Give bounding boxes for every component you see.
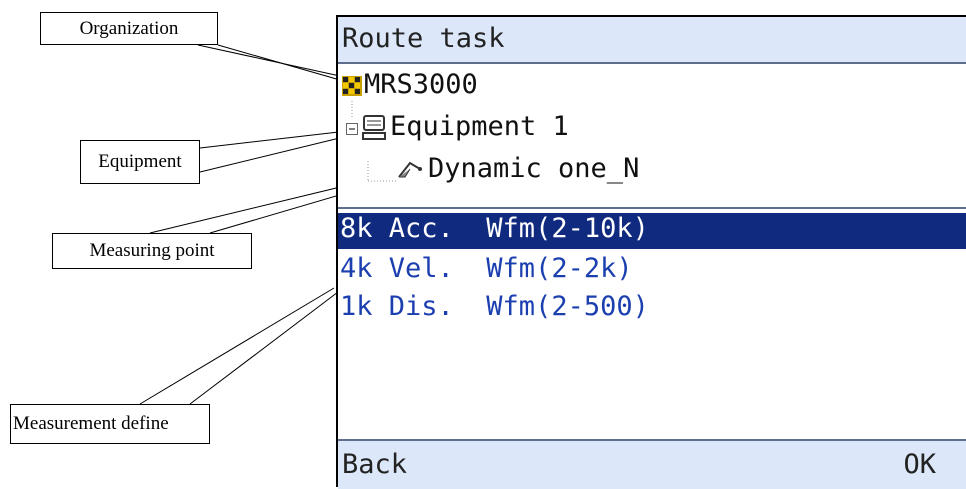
screen-title: Route task: [342, 23, 505, 54]
callout-organization: Organization: [40, 12, 218, 45]
measurement-label: 8k Acc. Wfm(2-10k): [340, 213, 649, 244]
ok-button[interactable]: OK: [903, 449, 936, 480]
callout-measuring-point-label: Measuring point: [89, 240, 215, 261]
monitor-icon: [362, 115, 386, 140]
callout-organization-label: Organization: [79, 17, 179, 39]
sensor-probe-icon: [398, 161, 422, 178]
callout-measuring-point: Measuring point: [52, 233, 252, 269]
tree-node-measuring-point[interactable]: Dynamic one_N: [338, 151, 738, 191]
title-bar: Route task: [338, 17, 966, 64]
callout-equipment: Equipment: [80, 140, 200, 184]
organization-label: MRS3000: [364, 69, 478, 100]
measurement-label: 1k Dis. Wfm(2-500): [340, 291, 649, 322]
callout-measurement-define-label: Measurement define: [13, 413, 169, 434]
measurement-item[interactable]: 8k Acc. Wfm(2-10k): [338, 213, 966, 249]
measuring-point-label: Dynamic one_N: [428, 153, 640, 184]
measurement-item[interactable]: 4k Vel. Wfm(2-2k): [338, 253, 966, 289]
device-screen: Route task MRS3000 Equipment 1 Dynamic o…: [336, 15, 966, 489]
footer-bar: Back OK: [338, 439, 966, 489]
grid-icon: [342, 76, 362, 96]
section-divider: [338, 207, 966, 209]
measurement-label: 4k Vel. Wfm(2-2k): [340, 253, 633, 284]
minus-box-icon[interactable]: [346, 123, 358, 135]
callout-equipment-label: Equipment: [98, 151, 182, 172]
equipment-label: Equipment 1: [390, 111, 569, 142]
measurement-item[interactable]: 1k Dis. Wfm(2-500): [338, 291, 966, 327]
tree-node-equipment[interactable]: Equipment 1: [338, 109, 678, 149]
back-button[interactable]: Back: [342, 449, 407, 480]
callout-measurement-define: Measurement define: [10, 404, 210, 444]
